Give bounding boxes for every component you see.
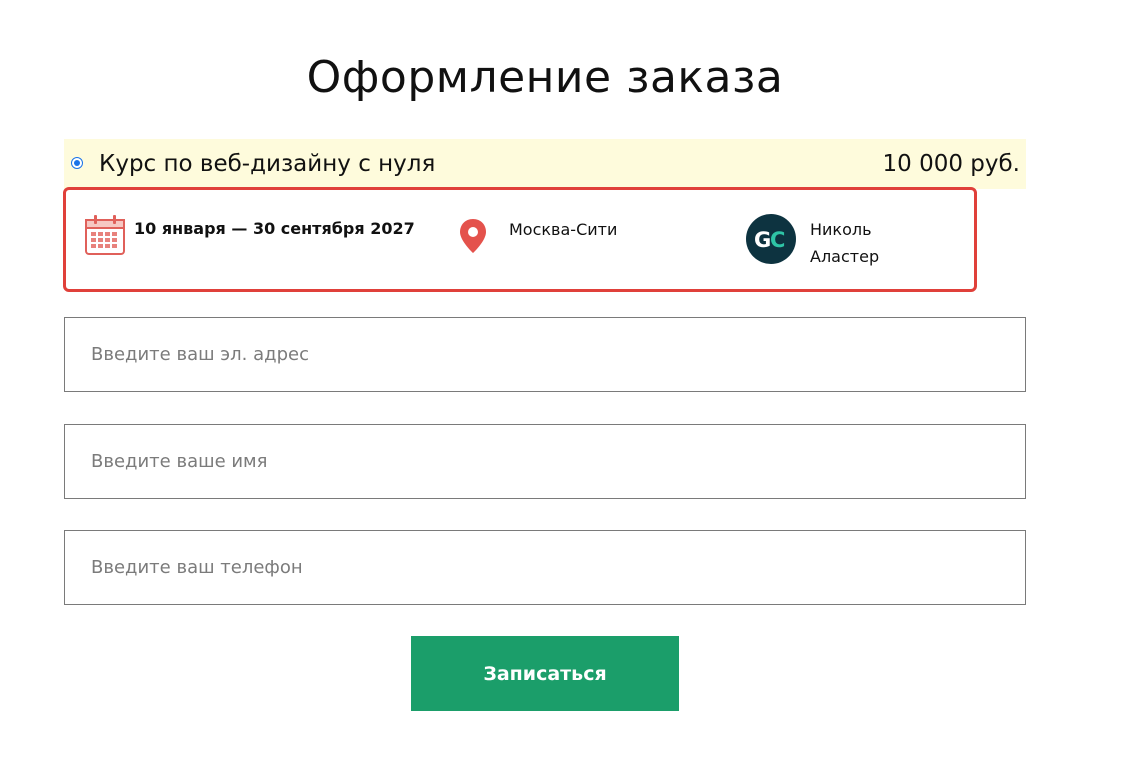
location-pin-icon [458, 218, 488, 254]
phone-field[interactable] [64, 530, 1026, 605]
course-dates: 10 января — 30 сентября 2027 [134, 219, 415, 238]
order-page: Оформление заказа Курс по веб-дизайну с … [0, 0, 1122, 758]
product-radio[interactable] [71, 157, 83, 169]
avatar-initial-g: G [754, 228, 771, 252]
teacher-last-name: Аластер [810, 247, 880, 266]
teacher-name: Николь Аластер [810, 216, 879, 270]
course-location: Москва-Сити [509, 220, 618, 239]
avatar-initial-c: C [770, 228, 785, 252]
product-option[interactable]: Курс по веб-дизайну с нуля 10 000 руб. [64, 139, 1026, 189]
teacher-first-name: Николь [810, 220, 872, 239]
product-price: 10 000 руб. [882, 151, 1021, 177]
email-field[interactable] [64, 317, 1026, 392]
avatar: G C [746, 214, 796, 264]
product-name: Курс по веб-дизайну с нуля [99, 151, 436, 177]
course-details: 10 января — 30 сентября 2027 Москва-Сити… [63, 187, 977, 292]
submit-button[interactable]: Записаться [411, 636, 679, 711]
page-title: Оформление заказа [306, 52, 784, 103]
name-field[interactable] [64, 424, 1026, 499]
calendar-icon [84, 214, 126, 256]
